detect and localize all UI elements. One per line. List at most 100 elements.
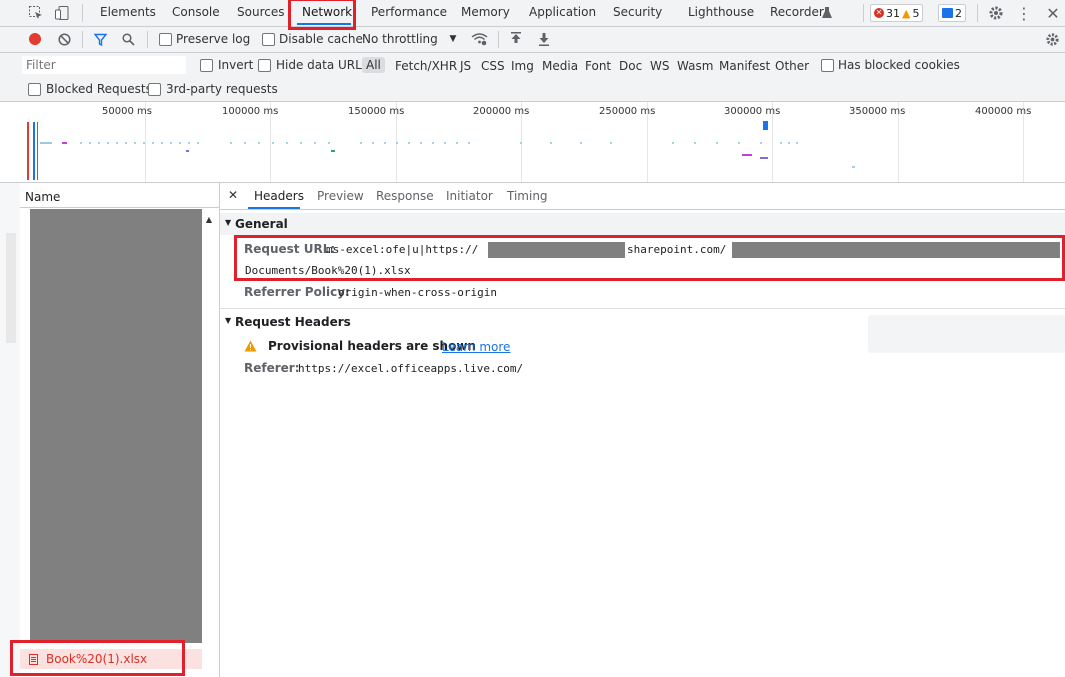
collapse-arrow-icon: ▼ <box>225 218 232 227</box>
invert-label: Invert <box>218 58 254 72</box>
general-section-header[interactable]: ▼ General <box>220 213 1065 235</box>
scroll-up-icon[interactable]: ▲ <box>203 213 215 225</box>
learn-more-link[interactable]: Learn more <box>442 340 510 354</box>
tab-elements[interactable]: Elements <box>100 5 156 19</box>
tab-response[interactable]: Response <box>376 189 434 203</box>
filter-type-manifest[interactable]: Manifest <box>719 59 770 73</box>
tab-initiator[interactable]: Initiator <box>446 189 493 203</box>
filter-type-css[interactable]: CSS <box>481 59 505 73</box>
detail-tab-bar: ✕ Headers Preview Response Initiator Tim… <box>220 183 1065 210</box>
error-icon: ✕ <box>874 8 884 18</box>
more-options-icon[interactable]: ⋮ <box>1015 3 1033 23</box>
issues-badge[interactable]: ✕ 31 ▲ 5 <box>870 4 924 22</box>
request-bar <box>852 166 855 168</box>
divider <box>220 308 1065 309</box>
referrer-policy-key: Referrer Policy: <box>244 285 350 299</box>
network-overview[interactable]: 50000 ms 100000 ms 150000 ms 200000 ms 2… <box>0 102 1065 183</box>
messages-badge[interactable]: 2 <box>938 4 966 22</box>
tab-application[interactable]: Application <box>529 5 596 19</box>
import-har-icon[interactable] <box>509 31 523 47</box>
request-bar <box>230 142 330 144</box>
has-blocked-cookies-label: Has blocked cookies <box>838 58 960 72</box>
request-bar <box>763 121 768 130</box>
filter-type-font[interactable]: Font <box>585 59 611 73</box>
tab-timing[interactable]: Timing <box>507 189 548 203</box>
request-headers-title: Request Headers <box>235 315 351 329</box>
request-bar <box>80 142 200 144</box>
flask-icon <box>821 6 833 19</box>
request-bar <box>360 142 470 144</box>
name-column-header[interactable]: Name <box>25 190 60 204</box>
filter-type-js[interactable]: JS <box>460 59 471 73</box>
network-conditions-icon[interactable] <box>470 31 488 47</box>
highlight-request-url <box>234 235 1065 281</box>
dropdown-arrow-icon[interactable]: ▼ <box>448 34 458 44</box>
warning-icon: ▲ <box>902 6 911 20</box>
blocked-requests-checkbox[interactable] <box>28 83 41 96</box>
warning-count: 5 <box>912 6 920 20</box>
separator <box>863 4 864 22</box>
filter-type-fetch-xhr[interactable]: Fetch/XHR <box>395 59 457 73</box>
network-settings-icon[interactable] <box>1043 30 1061 48</box>
hide-data-urls-checkbox[interactable] <box>258 59 271 72</box>
request-bar <box>780 142 800 144</box>
close-icon[interactable]: ✕ <box>226 188 240 202</box>
redacted-request-rows <box>30 209 202 643</box>
tab-sources[interactable]: Sources <box>237 5 284 19</box>
scrollbar[interactable] <box>6 233 16 343</box>
record-icon[interactable] <box>28 32 42 46</box>
filter-type-img[interactable]: Img <box>511 59 534 73</box>
filter-input[interactable] <box>22 56 186 74</box>
separator <box>147 31 148 48</box>
invert-checkbox[interactable] <box>200 59 213 72</box>
tab-performance[interactable]: Performance <box>371 5 447 19</box>
request-list: Name ▲ Book%20(1).xlsx <box>20 183 220 677</box>
referer-key: Referer: <box>244 361 300 375</box>
timeline-tick: 200000 ms <box>473 106 530 117</box>
filter-type-other[interactable]: Other <box>775 59 809 73</box>
devtools-tab-bar: Elements Console Sources Network Perform… <box>0 0 1065 27</box>
filter-type-media[interactable]: Media <box>542 59 578 73</box>
separator <box>977 4 978 22</box>
tab-preview[interactable]: Preview <box>317 189 364 203</box>
list-header: Name <box>20 183 219 208</box>
disable-cache-checkbox[interactable] <box>262 33 275 46</box>
tab-security[interactable]: Security <box>613 5 662 19</box>
referrer-policy-value: origin-when-cross-origin <box>338 286 497 299</box>
filter-type-doc[interactable]: Doc <box>619 59 642 73</box>
tab-headers[interactable]: Headers <box>254 189 304 203</box>
search-icon[interactable] <box>121 32 135 46</box>
device-toolbar-icon[interactable] <box>53 4 71 22</box>
clear-icon[interactable] <box>57 32 71 46</box>
request-bar <box>62 142 67 144</box>
request-bar <box>331 150 335 152</box>
error-count: 31 <box>886 6 900 20</box>
highlight-request-row <box>10 640 185 676</box>
tab-memory[interactable]: Memory <box>461 5 510 19</box>
settings-gear-icon[interactable] <box>986 3 1006 23</box>
timeline-tick: 300000 ms <box>724 106 781 117</box>
network-toolbar: Preserve log Disable cache No throttling… <box>0 27 1065 53</box>
close-icon[interactable]: ✕ <box>1043 3 1063 23</box>
preserve-log-checkbox[interactable] <box>159 33 172 46</box>
request-bar <box>40 142 52 144</box>
filter-icon[interactable] <box>93 32 107 46</box>
tab-console[interactable]: Console <box>172 5 220 19</box>
third-party-label: 3rd-party requests <box>166 82 278 96</box>
filter-type-all[interactable]: All <box>362 57 385 73</box>
inspect-element-icon[interactable] <box>27 4 45 22</box>
third-party-checkbox[interactable] <box>148 83 161 96</box>
load-event-line <box>37 122 38 180</box>
filter-bar: Invert Hide data URLs All Fetch/XHR JS C… <box>0 53 1065 102</box>
timeline-tick: 250000 ms <box>599 106 656 117</box>
timeline-tick: 50000 ms <box>102 106 152 117</box>
has-blocked-cookies-checkbox[interactable] <box>821 59 834 72</box>
separator <box>82 4 83 22</box>
filter-type-wasm[interactable]: Wasm <box>677 59 713 73</box>
tab-recorder[interactable]: Recorder <box>770 5 824 19</box>
tab-lighthouse[interactable]: Lighthouse <box>688 5 754 19</box>
blocked-requests-label: Blocked Requests <box>46 82 152 96</box>
throttling-select[interactable]: No throttling <box>362 32 438 46</box>
export-har-icon[interactable] <box>537 31 551 47</box>
filter-type-ws[interactable]: WS <box>650 59 669 73</box>
